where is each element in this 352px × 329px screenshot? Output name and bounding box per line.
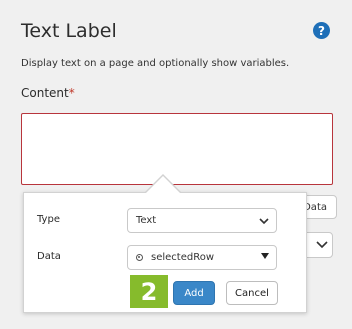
- step-badge: 2: [130, 275, 168, 308]
- content-label: Content*: [21, 86, 75, 100]
- type-select-value: Text: [136, 215, 157, 226]
- type-select[interactable]: Text: [127, 208, 277, 233]
- type-label: Type: [37, 214, 60, 225]
- data-select[interactable]: selectedRow: [127, 245, 277, 270]
- chevron-down-icon: [316, 241, 328, 249]
- data-select-value: selectedRow: [151, 252, 215, 263]
- cancel-button[interactable]: Cancel: [226, 281, 278, 305]
- data-label: Data: [37, 251, 61, 262]
- caret-down-icon: [261, 253, 269, 259]
- variable-icon: [136, 254, 143, 261]
- required-mark: *: [68, 86, 75, 100]
- page-title: Text Label: [21, 20, 117, 42]
- content-label-text: Content: [21, 86, 69, 100]
- popover-arrow: [146, 176, 180, 193]
- chevron-down-icon: [259, 218, 269, 225]
- page-description: Display text on a page and optionally sh…: [21, 58, 290, 69]
- add-button[interactable]: Add: [173, 281, 215, 305]
- question-circle-icon[interactable]: ?: [313, 22, 330, 39]
